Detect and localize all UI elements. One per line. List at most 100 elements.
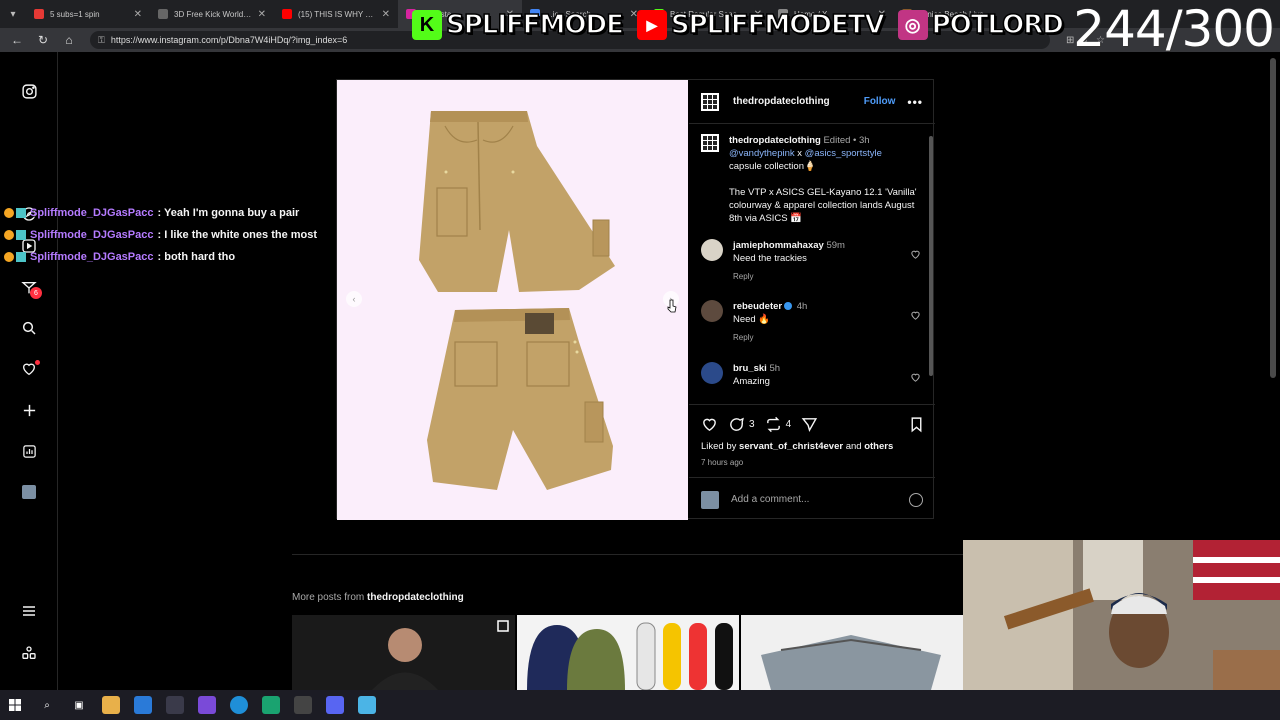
like-comment-icon[interactable] — [910, 372, 921, 383]
post-actions: 3 4 Liked by servant_of_christ4ever and … — [689, 404, 935, 520]
carousel-prev-button[interactable]: ‹ — [346, 291, 362, 307]
author-avatar[interactable] — [701, 92, 719, 111]
author-username[interactable]: thedropdateclothing — [733, 96, 830, 107]
add-comment-input[interactable]: Add a comment... — [731, 494, 809, 505]
emoji-picker-icon[interactable] — [909, 492, 923, 507]
caption-username[interactable]: thedropdateclothing — [729, 135, 821, 146]
browser-tab[interactable]: 3D Free Kick World Cu... ✕ — [150, 0, 274, 28]
close-icon[interactable]: ✕ — [258, 9, 266, 20]
page-scrollbar[interactable] — [1270, 58, 1276, 378]
tab-label: 5 subs=1 spin — [50, 9, 100, 19]
follower-goal-counter: 244/300 — [1073, 0, 1275, 58]
commenter-avatar[interactable] — [701, 300, 723, 322]
more-posts-grid — [292, 615, 965, 690]
tab-label: 3D Free Kick World Cu... — [174, 9, 252, 19]
liked-by-and: and — [843, 441, 865, 452]
comment-icon[interactable] — [728, 416, 745, 433]
chat-text: : Yeah I'm gonna buy a pair — [157, 207, 300, 219]
also-from-meta-icon[interactable] — [19, 643, 39, 663]
tab-list-chevron-icon[interactable]: ▾ — [0, 0, 26, 28]
commenter-avatar[interactable] — [701, 362, 723, 384]
liked-by-user[interactable]: servant_of_christ4ever — [739, 441, 843, 452]
profile-avatar[interactable] — [19, 482, 39, 502]
dashboard-icon[interactable] — [19, 441, 39, 461]
comment-username[interactable]: rebeudeter — [733, 301, 782, 312]
more-menu-icon[interactable] — [19, 601, 39, 621]
chat-badge-icon — [16, 230, 26, 240]
like-comment-icon[interactable] — [910, 310, 921, 321]
caption-edited: Edited — [823, 135, 851, 146]
liked-by-others[interactable]: others — [864, 441, 893, 452]
grid-post[interactable] — [292, 615, 515, 690]
save-bookmark-icon[interactable] — [908, 416, 925, 433]
caption-avatar[interactable] — [701, 134, 719, 152]
mention-link[interactable]: @vandythepink — [729, 148, 795, 159]
chat-badge-icon — [16, 252, 26, 262]
screen: ▾ 5 subs=1 spin ✕ 3D Free Kick World Cu..… — [0, 0, 1280, 720]
liked-by-line: Liked by servant_of_christ4ever and othe… — [701, 441, 893, 452]
more-options-icon[interactable]: ••• — [907, 95, 923, 109]
caption-time: 3h — [859, 135, 870, 146]
close-icon[interactable]: ✕ — [382, 9, 390, 20]
tab-label: (15) THIS IS WHY WE TI... — [298, 9, 376, 19]
action-row: 3 4 — [701, 413, 925, 435]
post-timestamp: 7 hours ago — [701, 458, 744, 467]
instagram-logo-icon[interactable] — [19, 81, 39, 101]
search-icon[interactable]: ⌕ — [38, 696, 56, 714]
reply-button[interactable]: Reply — [733, 331, 903, 344]
notification-dot — [35, 360, 40, 365]
task-view-icon[interactable]: ▣ — [70, 696, 88, 714]
grid-post[interactable] — [741, 615, 965, 690]
caption-line: capsule collection🍦 — [729, 161, 816, 172]
back-icon[interactable]: ← — [6, 29, 28, 51]
app-icon[interactable] — [262, 696, 280, 714]
discord-icon[interactable] — [326, 696, 344, 714]
comment-time: 4h — [796, 301, 808, 312]
comments-scrollbar[interactable] — [929, 130, 933, 400]
add-comment-bar: Add a comment... — [689, 477, 935, 521]
chat-message: Spliffmode_DJGasPacc: I like the white o… — [4, 226, 317, 244]
comment-count: 3 — [749, 418, 755, 430]
follow-button[interactable]: Follow — [864, 96, 896, 107]
grid-post[interactable] — [516, 615, 740, 690]
search-icon[interactable] — [19, 318, 39, 338]
chat-username: Spliffmode_DJGasPacc — [30, 207, 154, 219]
chat-username: Spliffmode_DJGasPacc — [30, 251, 154, 263]
chat-badge-icon — [4, 230, 14, 240]
start-windows-icon[interactable] — [6, 696, 24, 714]
edge-browser-icon[interactable] — [230, 696, 248, 714]
file-explorer-icon[interactable] — [102, 696, 120, 714]
home-icon[interactable]: ⌂ — [58, 29, 80, 51]
app-icon[interactable] — [358, 696, 376, 714]
mention-link[interactable]: @asics_sportstyle — [805, 148, 882, 159]
reply-button[interactable]: Reply — [733, 270, 903, 283]
reload-icon[interactable]: ↻ — [32, 29, 54, 51]
chat-message: Spliffmode_DJGasPacc: both hard tho — [4, 248, 235, 266]
cargo-shorts-image — [419, 111, 615, 490]
commenter-avatar[interactable] — [701, 239, 723, 261]
site-info-icon[interactable]: ⚿ — [98, 35, 105, 46]
create-plus-icon[interactable] — [19, 400, 39, 420]
store-icon[interactable] — [166, 696, 184, 714]
verified-badge-icon — [784, 302, 793, 311]
messages-count-badge: 6 — [30, 287, 42, 299]
browser-tab[interactable]: 5 subs=1 spin ✕ — [26, 0, 150, 28]
more-posts-username[interactable]: thedropdateclothing — [367, 592, 464, 603]
app-icon[interactable] — [134, 696, 152, 714]
comment-time: 59m — [826, 240, 845, 251]
browser-tab[interactable]: (15) THIS IS WHY WE TI... ✕ — [274, 0, 398, 28]
comment-username[interactable]: bru_ski — [733, 363, 767, 374]
close-icon[interactable]: ✕ — [134, 9, 142, 20]
more-posts-prefix: More posts from — [292, 592, 368, 603]
repost-icon[interactable] — [765, 416, 782, 433]
app-icon[interactable] — [198, 696, 216, 714]
obs-icon[interactable] — [294, 696, 312, 714]
share-icon[interactable] — [801, 416, 818, 433]
like-icon[interactable] — [701, 416, 718, 433]
comment-username[interactable]: jamiephommahaxay — [733, 240, 824, 251]
chat-badge-icon — [4, 208, 14, 218]
instagram-logo-icon: ◎ — [897, 10, 928, 40]
post-image[interactable]: ‹ › — [337, 80, 688, 520]
like-comment-icon[interactable] — [910, 249, 921, 260]
comment-text: Amazing — [733, 376, 770, 387]
